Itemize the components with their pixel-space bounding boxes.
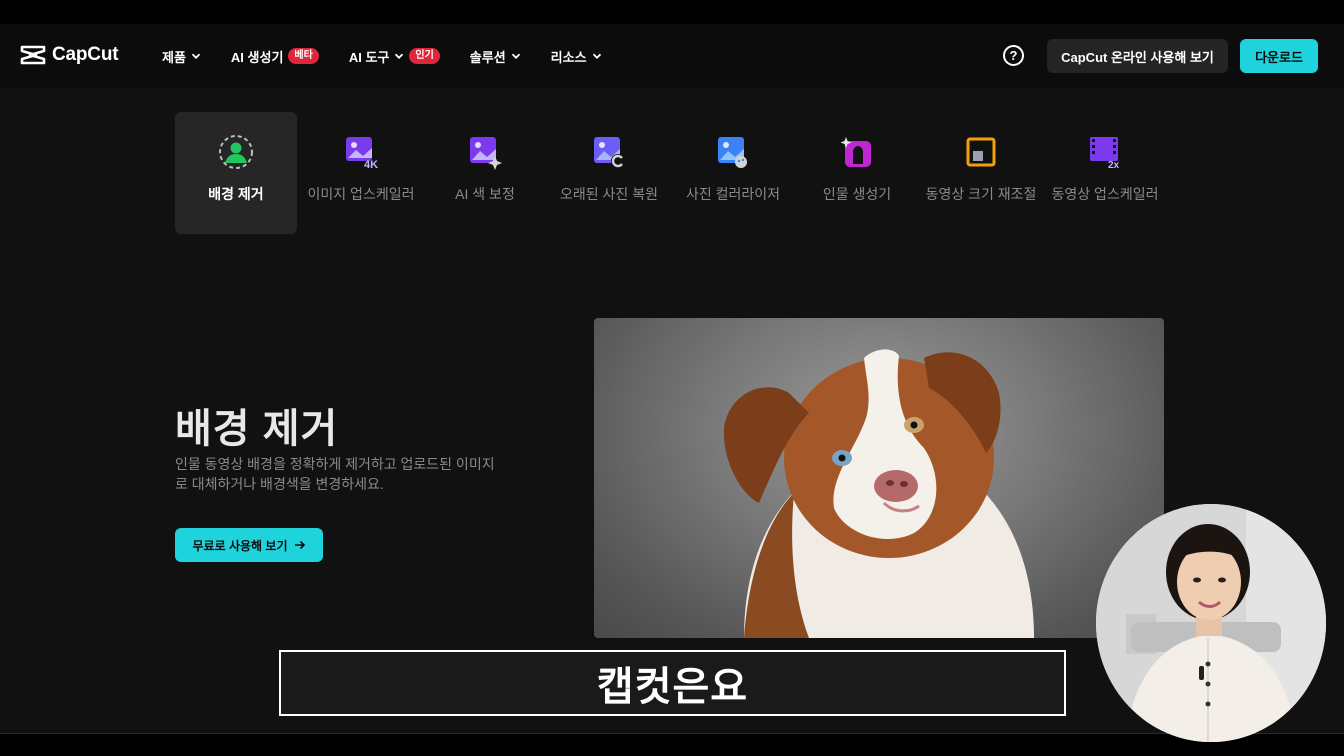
nav-item-products[interactable]: 제품 (162, 47, 201, 66)
tool-tab-image-upscaler[interactable]: 4K 이미지 업스케일러 (299, 112, 423, 234)
tool-label: 동영상 업스케일러 (1051, 186, 1159, 202)
film-2x-icon: 2x (1090, 137, 1120, 170)
tool-label: 배경 제거 (208, 186, 264, 202)
nav-item-resources[interactable]: 리소스 (551, 47, 602, 66)
nav-item-ai-tools[interactable]: AI 도구 인기 (349, 47, 440, 66)
tool-label: 동영상 크기 재조절 (925, 186, 1037, 202)
arrow-right-icon (294, 540, 305, 550)
letterbox-bottom (0, 734, 1344, 756)
tool-tab-photo-colorizer[interactable]: 사진 컬러라이저 (671, 112, 795, 234)
capcut-logo[interactable]: CapCut (20, 44, 119, 66)
nav-label: AI 생성기 (230, 49, 284, 65)
person-cutout-icon (219, 135, 253, 169)
image-4k-icon: 4K (346, 137, 378, 170)
chevron-down-icon (592, 53, 601, 59)
beta-badge: 베타 (288, 48, 319, 64)
nav-label: AI 도구 (348, 49, 390, 65)
image-sparkle-icon (470, 137, 502, 170)
logo-text: CapCut (52, 44, 119, 65)
tool-tab-portrait-generator[interactable]: 인물 생성기 (795, 112, 919, 234)
svg-text:2x: 2x (1108, 160, 1120, 170)
dog-illustration (723, 349, 1034, 638)
demo-image-dog (594, 318, 1164, 638)
tool-tab-background-remove[interactable]: 배경 제거 (175, 112, 297, 234)
tool-tabs: 배경 제거 4K 이미지 업스케일러 AI 색 보정 오래된 사진 복원 사진 … (175, 112, 1167, 234)
tool-tab-video-resize[interactable]: 동영상 크기 재조절 (919, 112, 1043, 234)
resize-icon (966, 137, 996, 167)
nav-label: 솔루션 (469, 49, 506, 65)
tool-label: 인물 생성기 (822, 186, 892, 202)
image-restore-icon (594, 137, 625, 168)
tool-label: 오래된 사진 복원 (560, 186, 658, 202)
help-symbol: ? (1009, 48, 1018, 63)
presenter-webcam (1096, 504, 1326, 742)
chevron-down-icon (191, 53, 201, 59)
nav-item-solutions[interactable]: 솔루션 (470, 47, 521, 66)
try-online-button[interactable]: CapCut 온라인 사용해 보기 (1047, 39, 1228, 73)
screen: CapCut 제품 AI 생성기 베타 AI 도구 인기 솔루션 리소스 ? C… (0, 0, 1344, 756)
tool-label: 이미지 업스케일러 (307, 186, 415, 202)
chevron-down-icon (395, 53, 404, 59)
capcut-logo-icon (20, 45, 46, 65)
presenter-illustration (1096, 504, 1326, 742)
video-subtitle: 캡컷은요 (279, 650, 1066, 716)
nav-label: 리소스 (550, 49, 587, 65)
hero-title: 배경 제거 (175, 407, 339, 451)
portrait-generator-icon (840, 137, 871, 167)
svg-text:4K: 4K (364, 159, 378, 170)
chevron-down-icon (511, 53, 520, 59)
tool-label: AI 색 보정 (455, 186, 515, 202)
letterbox-top (0, 0, 1344, 24)
tool-tab-photo-restore[interactable]: 오래된 사진 복원 (547, 112, 671, 234)
main-nav: 제품 AI 생성기 베타 AI 도구 인기 솔루션 리소스 (162, 24, 632, 88)
hero-description: 인물 동영상 배경을 정확하게 제거하고 업로드된 이미지로 대체하거나 배경색… (175, 456, 495, 492)
image-palette-icon (718, 137, 747, 168)
nav-item-ai-generator[interactable]: AI 생성기 베타 (231, 47, 319, 66)
top-navbar: CapCut 제품 AI 생성기 베타 AI 도구 인기 솔루션 리소스 ? C… (0, 24, 1344, 88)
help-icon[interactable]: ? (1003, 45, 1024, 66)
nav-label: 제품 (162, 49, 186, 65)
tool-tab-ai-color-correction[interactable]: AI 색 보정 (423, 112, 547, 234)
download-button[interactable]: 다운로드 (1240, 39, 1318, 73)
popular-badge: 인기 (409, 48, 440, 64)
tool-tab-video-upscaler[interactable]: 2x 동영상 업스케일러 (1043, 112, 1167, 234)
tool-label: 사진 컬러라이저 (685, 186, 781, 202)
try-free-button[interactable]: 무료로 사용해 보기 (175, 528, 323, 562)
cta-label: 무료로 사용해 보기 (192, 538, 288, 553)
